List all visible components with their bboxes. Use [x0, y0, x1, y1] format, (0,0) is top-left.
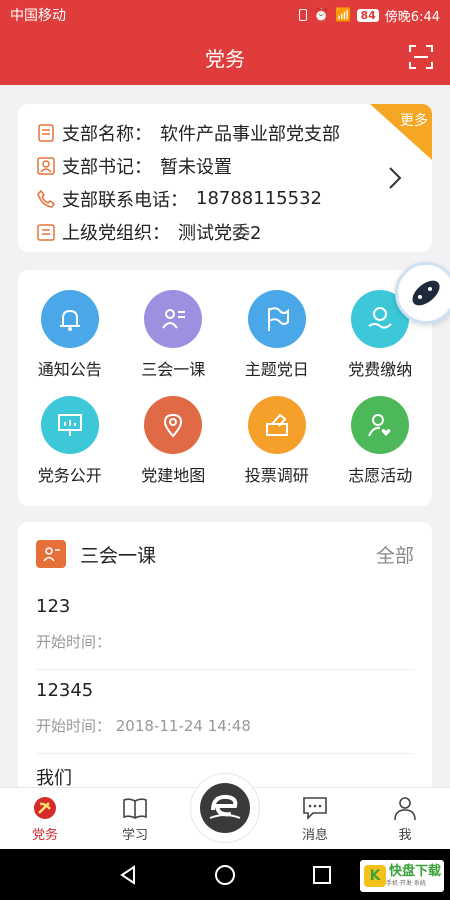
wifi-icon: 📶: [335, 7, 352, 23]
menu-item-meetings[interactable]: 三会一课: [122, 290, 226, 380]
battery-level: 84: [357, 8, 379, 22]
branch-phone-label: 支部联系电话：: [62, 189, 188, 211]
menu-item-volunteer[interactable]: 志愿活动: [329, 396, 433, 486]
branch-secretary-label: 支部书记：: [62, 156, 152, 178]
scan-icon[interactable]: [408, 44, 434, 70]
meeting-name: 12345: [36, 680, 94, 701]
recents-icon[interactable]: [312, 865, 332, 885]
menu-label: 党建地图: [141, 466, 206, 485]
menu-label: 党费缴纳: [348, 360, 413, 379]
menu-label: 投票调研: [244, 466, 309, 485]
menu-label: 通知公告: [37, 360, 102, 379]
presentation-icon: [40, 396, 99, 454]
branch-secretary-value: 暂未设置: [160, 156, 232, 178]
tab-study[interactable]: 学习: [90, 788, 180, 849]
page-title: 党务: [205, 47, 245, 71]
parent-org-label: 上级党组织：: [62, 222, 170, 244]
menu-label: 三会一课: [141, 360, 206, 379]
feature-menu-card: 通知公告 三会一课 主题党日 党费缴纳 党务公开 党建地图 投票调研 志愿活动: [18, 270, 432, 506]
floating-assistant-button[interactable]: [395, 262, 450, 324]
branch-phone-value: 18788115532: [196, 188, 322, 209]
party-emblem-icon: [34, 796, 56, 819]
vibrate-icon: [299, 9, 308, 21]
more-ribbon[interactable]: 更多: [370, 104, 432, 160]
more-label: 更多: [400, 113, 428, 129]
watermark-logo: K 快盘下载 手机·开发·系统: [360, 860, 444, 892]
branch-name-value: 软件产品事业部党支部: [160, 123, 340, 145]
user-icon: [394, 796, 416, 820]
menu-item-theme-day[interactable]: 主题党日: [225, 290, 329, 380]
branch-phone-row: 支部联系电话： 18788115532: [36, 182, 414, 215]
app-logo-icon: [200, 783, 250, 833]
tab-party-affairs[interactable]: 党务: [0, 788, 90, 849]
chevron-right-icon[interactable]: [388, 166, 402, 190]
menu-item-vote[interactable]: 投票调研: [225, 396, 329, 486]
parent-org-row: 上级党组织： 测试党委2: [36, 215, 414, 248]
status-icons: ⏰ 📶 84 傍晚6:44: [299, 6, 440, 25]
status-bar: 中国移动 ⏰ 📶 84 傍晚6:44: [0, 0, 450, 30]
list-item[interactable]: 123 开始时间：: [36, 586, 414, 670]
center-logo-button[interactable]: [190, 773, 260, 843]
branch-secretary-row: 支部书记： 暂未设置: [36, 149, 414, 182]
meeting-name: 123: [36, 596, 71, 617]
meetings-card: 三会一课 全部 123 开始时间： 12345 开始时间： 2018-11-24…: [18, 522, 432, 802]
carrier-name: 中国移动: [10, 8, 66, 24]
clock-time: 傍晚6:44: [384, 9, 440, 25]
map-icon: [144, 396, 203, 454]
meetings-header: 三会一课 全部: [18, 522, 432, 586]
meetings-title: 三会一课: [80, 544, 157, 567]
watermark-k-icon: K: [364, 865, 386, 887]
meeting-start-time: 开始时间： 2018-11-24 14:48: [36, 717, 251, 735]
person-icon: [37, 156, 55, 175]
tab-label: 消息: [301, 827, 328, 843]
meeting-badge-icon: [36, 540, 66, 568]
back-icon[interactable]: [118, 864, 138, 885]
app-header: 党务: [0, 30, 450, 85]
branch-name-label: 支部名称：: [62, 123, 152, 145]
vote-icon: [247, 396, 306, 454]
watermark-text: 快盘下载: [389, 864, 442, 879]
bell-icon: [40, 290, 99, 348]
feature-menu-grid: 通知公告 三会一课 主题党日 党费缴纳 党务公开 党建地图 投票调研 志愿活动: [18, 290, 432, 486]
menu-label: 志愿活动: [348, 466, 413, 485]
menu-label: 主题党日: [244, 360, 309, 379]
tab-label: 学习: [121, 827, 148, 843]
watermark-subtext: 手机·开发·系统: [386, 880, 426, 887]
tab-label: 我: [398, 827, 412, 843]
parent-org-value: 测试党委2: [178, 222, 262, 244]
book-icon: [123, 797, 147, 819]
menu-item-notice[interactable]: 通知公告: [18, 290, 122, 380]
message-icon: [303, 796, 327, 820]
list-item[interactable]: 12345 开始时间： 2018-11-24 14:48: [36, 670, 414, 754]
alarm-icon: ⏰: [313, 7, 330, 23]
view-all-link[interactable]: 全部: [376, 541, 414, 568]
home-icon[interactable]: [214, 864, 236, 886]
tab-messages[interactable]: 消息: [270, 788, 360, 849]
menu-item-map[interactable]: 党建地图: [122, 396, 226, 486]
phone-icon: [37, 189, 56, 208]
assistant-icon: [412, 280, 440, 306]
meeting-icon: [144, 290, 203, 348]
document-icon: [38, 123, 54, 142]
flag-icon: [247, 290, 306, 348]
volunteer-icon: [351, 396, 410, 454]
branch-name-row: 支部名称： 软件产品事业部党支部: [36, 116, 414, 149]
list-icon: [37, 223, 55, 241]
meeting-start-time: 开始时间：: [36, 633, 112, 651]
menu-item-public[interactable]: 党务公开: [18, 396, 122, 486]
branch-info-card[interactable]: 支部名称： 软件产品事业部党支部 支部书记： 暂未设置 支部联系电话： 1878…: [18, 104, 432, 252]
tab-me[interactable]: 我: [360, 788, 450, 849]
tab-label: 党务: [31, 827, 58, 843]
menu-label: 党务公开: [37, 466, 102, 485]
